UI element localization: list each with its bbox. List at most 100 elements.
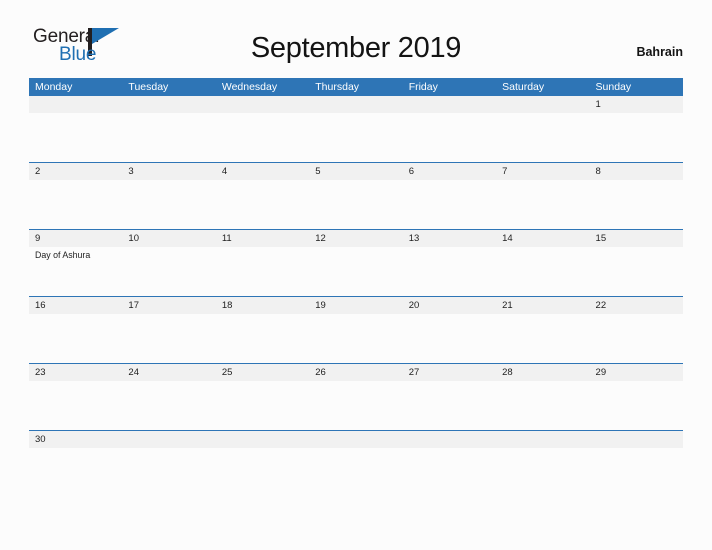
- day-number[interactable]: 27: [403, 364, 496, 381]
- week-date-band: 1: [29, 96, 683, 113]
- day-number[interactable]: 18: [216, 297, 309, 314]
- day-number[interactable]: 23: [29, 364, 122, 381]
- day-cell[interactable]: [403, 381, 496, 430]
- day-cell[interactable]: Day of Ashura: [29, 247, 122, 296]
- day-number[interactable]: 15: [590, 230, 683, 247]
- day-number[interactable]: 28: [496, 364, 589, 381]
- day-cell[interactable]: [590, 113, 683, 162]
- day-cell[interactable]: [122, 180, 215, 229]
- day-number[interactable]: 8: [590, 163, 683, 180]
- calendar-week-row: 2345678: [29, 162, 683, 229]
- weekday-header-sunday: Sunday: [595, 81, 632, 93]
- flag-triangle-shape: [92, 28, 119, 44]
- day-number[interactable]: 14: [496, 230, 589, 247]
- day-number[interactable]: 11: [216, 230, 309, 247]
- day-number[interactable]: 2: [29, 163, 122, 180]
- day-cell[interactable]: [403, 180, 496, 229]
- day-cell[interactable]: [122, 247, 215, 296]
- day-cell[interactable]: [216, 381, 309, 430]
- day-number[interactable]: 1: [590, 96, 683, 113]
- day-cell[interactable]: [29, 180, 122, 229]
- day-number[interactable]: [403, 431, 496, 448]
- day-number[interactable]: 10: [122, 230, 215, 247]
- day-cell[interactable]: [122, 113, 215, 162]
- day-number[interactable]: [29, 96, 122, 113]
- calendar-week-row: 30: [29, 430, 683, 466]
- day-cell[interactable]: [29, 381, 122, 430]
- day-cell[interactable]: [403, 448, 496, 466]
- day-number[interactable]: 24: [122, 364, 215, 381]
- day-cell[interactable]: [403, 314, 496, 363]
- day-number[interactable]: 21: [496, 297, 589, 314]
- day-cell[interactable]: [590, 247, 683, 296]
- day-number[interactable]: [403, 96, 496, 113]
- day-number[interactable]: 20: [403, 297, 496, 314]
- day-number[interactable]: 13: [403, 230, 496, 247]
- day-number[interactable]: [496, 431, 589, 448]
- week-date-band: 16 17 18 19 20 21 22: [29, 297, 683, 314]
- day-number[interactable]: [309, 96, 402, 113]
- day-number[interactable]: 30: [29, 431, 122, 448]
- day-cell[interactable]: [216, 314, 309, 363]
- day-cell[interactable]: [309, 113, 402, 162]
- day-cell[interactable]: [590, 381, 683, 430]
- day-number[interactable]: [216, 96, 309, 113]
- day-cell[interactable]: [309, 448, 402, 466]
- day-number[interactable]: 17: [122, 297, 215, 314]
- day-cell[interactable]: [590, 180, 683, 229]
- day-number[interactable]: 12: [309, 230, 402, 247]
- day-cell[interactable]: [309, 314, 402, 363]
- day-cell[interactable]: [309, 180, 402, 229]
- day-cell[interactable]: [216, 448, 309, 466]
- day-cell[interactable]: [496, 180, 589, 229]
- day-number[interactable]: 9: [29, 230, 122, 247]
- day-cell[interactable]: [309, 381, 402, 430]
- day-cell[interactable]: [496, 314, 589, 363]
- calendar-grid: Monday Tuesday Wednesday Thursday Friday…: [29, 78, 683, 466]
- day-number[interactable]: [216, 431, 309, 448]
- masthead: General Blue September 2019 Bahrain: [0, 0, 712, 74]
- day-number[interactable]: 22: [590, 297, 683, 314]
- week-event-band: [29, 314, 683, 363]
- day-cell[interactable]: [216, 247, 309, 296]
- weekday-header-tuesday: Tuesday: [128, 81, 169, 93]
- day-cell[interactable]: [216, 180, 309, 229]
- day-cell[interactable]: [590, 314, 683, 363]
- day-number[interactable]: 4: [216, 163, 309, 180]
- day-cell[interactable]: [403, 113, 496, 162]
- page-title: September 2019: [250, 32, 462, 64]
- day-cell[interactable]: [29, 448, 122, 466]
- day-cell[interactable]: [403, 247, 496, 296]
- day-cell[interactable]: [309, 247, 402, 296]
- day-cell[interactable]: [122, 381, 215, 430]
- generalblue-logo[interactable]: General Blue: [33, 27, 153, 67]
- day-number[interactable]: [122, 96, 215, 113]
- day-cell[interactable]: [29, 113, 122, 162]
- calendar-week-row: 1: [29, 96, 683, 162]
- day-cell[interactable]: [590, 448, 683, 466]
- day-number[interactable]: 7: [496, 163, 589, 180]
- day-number[interactable]: [309, 431, 402, 448]
- day-number[interactable]: [122, 431, 215, 448]
- weekday-header-wednesday: Wednesday: [221, 81, 278, 93]
- week-event-band: [29, 180, 683, 229]
- day-cell[interactable]: [29, 314, 122, 363]
- day-number[interactable]: [590, 431, 683, 448]
- day-number[interactable]: 3: [122, 163, 215, 180]
- day-cell[interactable]: [496, 247, 589, 296]
- day-number[interactable]: 26: [309, 364, 402, 381]
- day-number[interactable]: 6: [403, 163, 496, 180]
- day-cell[interactable]: [216, 113, 309, 162]
- day-number[interactable]: 19: [309, 297, 402, 314]
- day-cell[interactable]: [496, 381, 589, 430]
- calendar-week-row: 23 24 25 26 27 28 29: [29, 363, 683, 430]
- day-number[interactable]: 16: [29, 297, 122, 314]
- day-cell[interactable]: [122, 314, 215, 363]
- day-cell[interactable]: [122, 448, 215, 466]
- day-number[interactable]: 29: [590, 364, 683, 381]
- day-cell[interactable]: [496, 448, 589, 466]
- day-number[interactable]: 5: [309, 163, 402, 180]
- day-number[interactable]: [496, 96, 589, 113]
- day-number[interactable]: 25: [216, 364, 309, 381]
- day-cell[interactable]: [496, 113, 589, 162]
